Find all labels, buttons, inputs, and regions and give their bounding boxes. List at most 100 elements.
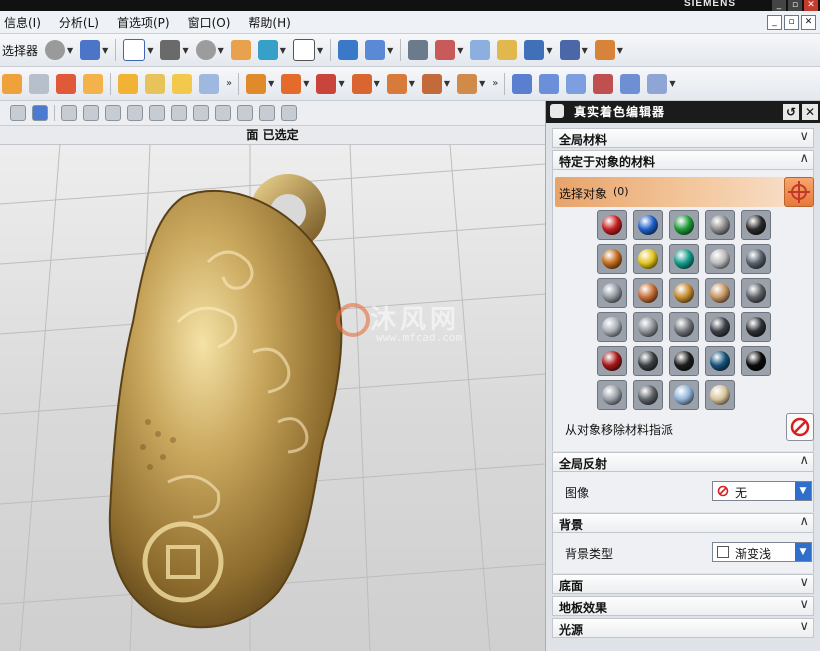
flow-icon[interactable] — [593, 73, 614, 94]
material-swatch[interactable] — [597, 346, 627, 376]
material-icon[interactable] — [230, 40, 251, 60]
chevron-down-icon[interactable]: ▼ — [280, 46, 286, 55]
chevron-down-icon[interactable]: ▼ — [147, 46, 153, 55]
chevron-down-icon[interactable]: ▼ — [795, 543, 811, 561]
select-object-row[interactable]: 选择对象 (0) — [555, 177, 785, 207]
reset-icon[interactable]: ↺ — [783, 104, 799, 120]
view-rotate-icon[interactable] — [365, 40, 386, 60]
chevron-down-icon[interactable]: ▼ — [617, 46, 623, 55]
window-restore-button[interactable]: ▫ — [788, 0, 802, 11]
material-swatch[interactable] — [669, 278, 699, 308]
glass-icon[interactable] — [29, 73, 49, 94]
more-icon[interactable]: » — [492, 78, 498, 89]
texture-icon[interactable] — [83, 73, 103, 94]
wcs-icon[interactable] — [435, 40, 456, 60]
curve-icon[interactable] — [145, 73, 165, 94]
surface-icon[interactable] — [512, 73, 533, 94]
feature-mirror-icon[interactable] — [457, 73, 478, 94]
material-swatch[interactable] — [741, 210, 771, 240]
menu-info[interactable]: 信息(I) — [4, 14, 41, 31]
menu-help[interactable]: 帮助(H) — [248, 14, 290, 31]
material-swatch[interactable] — [633, 278, 663, 308]
section-global-materials[interactable]: 全局材料 ∨ — [552, 128, 814, 148]
material-swatch[interactable] — [633, 346, 663, 376]
material-swatch[interactable] — [669, 346, 699, 376]
analysis-icon[interactable] — [566, 73, 587, 94]
material-swatch[interactable] — [669, 312, 699, 342]
mesh-icon[interactable] — [539, 73, 560, 94]
curve-analysis-icon[interactable] — [620, 73, 641, 94]
cross-icon[interactable] — [215, 105, 231, 121]
section-object-materials[interactable]: 特定于对象的材料 ∧ — [552, 150, 814, 170]
feature-delete-icon[interactable] — [316, 73, 337, 94]
chevron-down-icon[interactable]: ▼ — [387, 46, 393, 55]
section-global-reflection[interactable]: 全局反射 ∧ — [552, 452, 814, 472]
menu-window[interactable]: 窗口(O) — [188, 14, 231, 31]
section-background[interactable]: 背景 ∧ — [552, 513, 814, 533]
chevron-down-icon[interactable]: ▼ — [669, 79, 675, 88]
chevron-down-icon[interactable]: ▼ — [795, 482, 811, 500]
material-swatch[interactable] — [633, 380, 663, 410]
chevron-down-icon[interactable]: ▼ — [317, 46, 323, 55]
grid-icon[interactable] — [559, 40, 580, 60]
shape-icon[interactable] — [259, 105, 275, 121]
chevron-down-icon[interactable]: ▼ — [457, 46, 463, 55]
material-swatch[interactable] — [633, 244, 663, 274]
chevron-down-icon[interactable]: ▼ — [409, 79, 415, 88]
render-style-icon[interactable] — [160, 40, 181, 60]
material-swatch[interactable] — [705, 346, 735, 376]
tool-icon[interactable] — [647, 73, 668, 94]
material-swatch[interactable] — [741, 346, 771, 376]
background-type-dropdown[interactable]: 渐变浅 ▼ — [712, 542, 812, 562]
wireframe-box-icon[interactable] — [10, 105, 26, 121]
measure-icon[interactable] — [497, 40, 518, 60]
slash-icon[interactable] — [237, 105, 253, 121]
menu-analysis[interactable]: 分析(L) — [59, 14, 99, 31]
more-icon[interactable]: » — [226, 78, 232, 89]
material-swatch[interactable] — [597, 244, 627, 274]
chevron-down-icon[interactable]: ▼ — [218, 46, 224, 55]
perpendicular-icon[interactable] — [149, 105, 165, 121]
doc-minimize-button[interactable]: _ — [767, 15, 782, 30]
feature-edit-icon[interactable] — [281, 73, 302, 94]
part-icon[interactable] — [45, 40, 66, 60]
background-icon[interactable] — [292, 39, 315, 61]
material-swatch[interactable] — [633, 210, 663, 240]
snap-icon[interactable] — [470, 40, 491, 60]
gear-icon[interactable] — [550, 104, 564, 118]
material-swatch[interactable] — [705, 312, 735, 342]
chevron-down-icon[interactable]: ▼ — [479, 79, 485, 88]
circle-icon[interactable] — [193, 105, 209, 121]
fit-view-icon[interactable] — [123, 39, 146, 61]
section-lights[interactable]: 光源 ∨ — [552, 618, 814, 638]
chevron-down-icon[interactable]: ▼ — [546, 46, 552, 55]
menu-preferences[interactable]: 首选项(P) — [117, 14, 170, 31]
move-icon[interactable] — [61, 105, 77, 121]
graphics-viewport[interactable]: 面 已选定 沐风网 www.mfcad.com — [0, 126, 545, 651]
golden-toad-model[interactable] — [88, 172, 388, 642]
feature-copy-icon[interactable] — [351, 73, 372, 94]
line-icon[interactable] — [105, 105, 121, 121]
ruler-icon[interactable] — [594, 40, 615, 60]
feature-box-icon[interactable] — [246, 73, 267, 94]
shaded-icon[interactable] — [195, 40, 216, 60]
info-icon[interactable] — [80, 40, 101, 60]
material-swatch[interactable] — [597, 278, 627, 308]
material-swatch[interactable] — [669, 380, 699, 410]
playback-icon[interactable] — [524, 40, 545, 60]
material-swatch[interactable] — [705, 380, 735, 410]
circle-center-icon[interactable] — [171, 105, 187, 121]
feature-trim-icon[interactable] — [421, 73, 442, 94]
section-icon[interactable] — [408, 40, 429, 60]
material-swatch[interactable] — [741, 312, 771, 342]
chevron-down-icon[interactable]: ▼ — [374, 79, 380, 88]
section-floor[interactable]: 底面 ∨ — [552, 574, 814, 594]
light-icon[interactable] — [2, 73, 22, 94]
material-swatch[interactable] — [597, 380, 627, 410]
material-swatch[interactable] — [741, 244, 771, 274]
chevron-down-icon[interactable]: ▼ — [268, 79, 274, 88]
chevron-down-icon[interactable]: ▼ — [182, 46, 188, 55]
material-swatch[interactable] — [669, 210, 699, 240]
material-swatch[interactable] — [597, 210, 627, 240]
polyline-icon[interactable] — [127, 105, 143, 121]
